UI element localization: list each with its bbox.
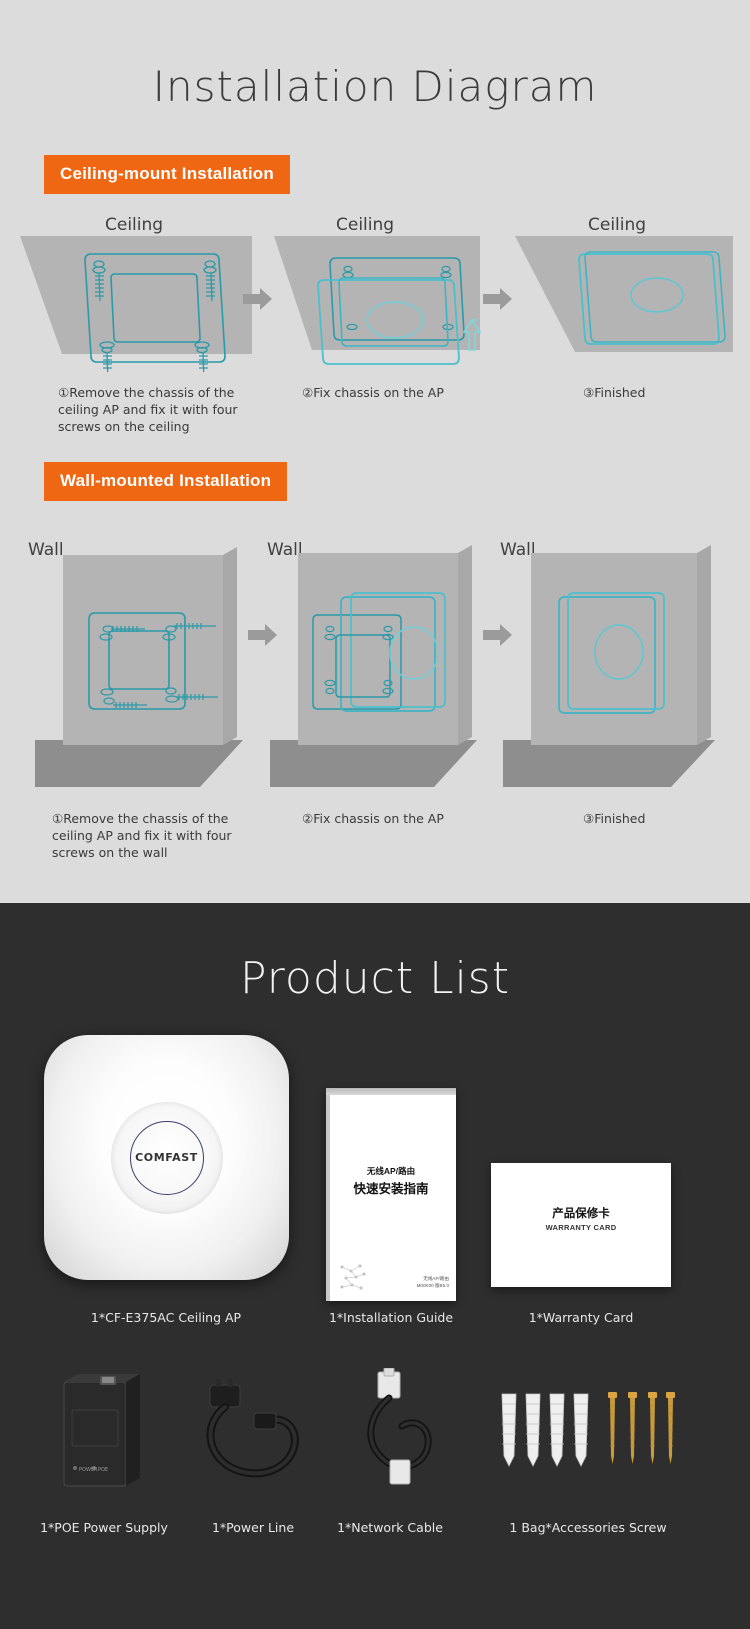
warranty-title-cn: 产品保修卡 [552,1208,610,1220]
product-caption-warranty-card: 1*Warranty Card [528,1310,634,1325]
poe-power-supply-svg: POWER POE [63,1374,140,1487]
product-infographic-page: Installation Diagram Ceiling-mount Insta… [0,0,750,1629]
ceiling-diagram-2-svg [274,236,482,365]
network-cable-svg [367,1367,432,1485]
product-image-warranty-card: 产品保修卡 WARRANTY CARD [491,1163,671,1287]
product-image-installation-guide: 无线AP/路由 快速安装指南 无线AP/路由 M00K00 版B5.0 [326,1088,456,1301]
product-image-poe-power-supply: POWER POE [48,1370,160,1500]
ceiling-install-badge: Ceiling-mount Installation [44,155,290,194]
ceiling-diagram-step-2 [268,232,498,377]
accessories-screw-svg [501,1392,675,1467]
wall-step-caption-3: ③Finished [583,811,646,826]
product-caption-network-cable: 1*Network Cable [337,1520,443,1535]
ceiling-diagram-1-svg [20,236,252,382]
warranty-title-en: WARRANTY CARD [545,1223,617,1232]
wall-diagram-step-2 [262,525,492,795]
page-title: Installation Diagram [152,62,598,111]
wall-diagram-1-svg [35,547,243,787]
wall-step-caption-2: ②Fix chassis on the AP [302,811,444,826]
svg-text:POWER: POWER [79,1467,98,1473]
wall-diagram-step-1 [25,525,255,795]
booklet-footer: 无线AP/路由 M00K00 版B5.0 [417,1275,449,1289]
product-caption-accessories-screw: 1 Bag*Accessories Screw [509,1520,667,1535]
product-caption-power-line: 1*Power Line [211,1520,295,1535]
product-caption-ceiling-ap: 1*CF-E375AC Ceiling AP [90,1310,242,1325]
svg-text:POE: POE [98,1467,108,1473]
product-image-ceiling-ap: COMFAST [44,1035,289,1280]
booklet-footer-line2: M00K00 版B5.0 [416,1283,449,1288]
booklet-title: 快速安装指南 [353,1182,429,1196]
booklet-spine [326,1088,456,1095]
product-image-network-cable [340,1367,445,1501]
ceiling-diagram-step-3 [505,232,740,367]
booklet-edge [326,1095,330,1301]
installation-section: Installation Diagram Ceiling-mount Insta… [0,0,750,903]
ceiling-diagram-3-svg [515,236,733,352]
comfast-logo: COMFAST [135,1151,198,1164]
ceiling-step-caption-1: ①Remove the chassis of the ceiling AP an… [58,385,238,434]
product-image-power-line [196,1375,311,1500]
power-line-svg [206,1379,299,1478]
booklet-footer-line1: 无线AP/路由 [423,1276,449,1281]
ceiling-step-caption-3: ③Finished [583,385,646,400]
product-image-accessories-screw [496,1388,676,1493]
product-caption-installation-guide: 1*Installation Guide [328,1310,454,1325]
product-caption-poe-power-supply: 1*POE Power Supply [40,1520,168,1535]
product-list-title: Product List [240,953,510,1004]
booklet-dot-pattern-icon [340,1264,366,1290]
ceiling-step-caption-2: ②Fix chassis on the AP [302,385,444,400]
wall-diagram-step-3 [495,525,730,795]
ap-ring-inner: COMFAST [129,1120,204,1195]
ceiling-diagram-step-1 [14,232,259,382]
wall-install-badge: Wall-mounted Installation [44,462,288,501]
wall-step-caption-1: ①Remove the chassis of the ceiling AP an… [52,811,232,860]
booklet-subtitle: 无线AP/路由 [366,1166,416,1176]
wall-diagram-3-svg [503,545,715,787]
ap-ring-outer: COMFAST [110,1101,223,1214]
wall-diagram-2-svg [270,545,477,787]
